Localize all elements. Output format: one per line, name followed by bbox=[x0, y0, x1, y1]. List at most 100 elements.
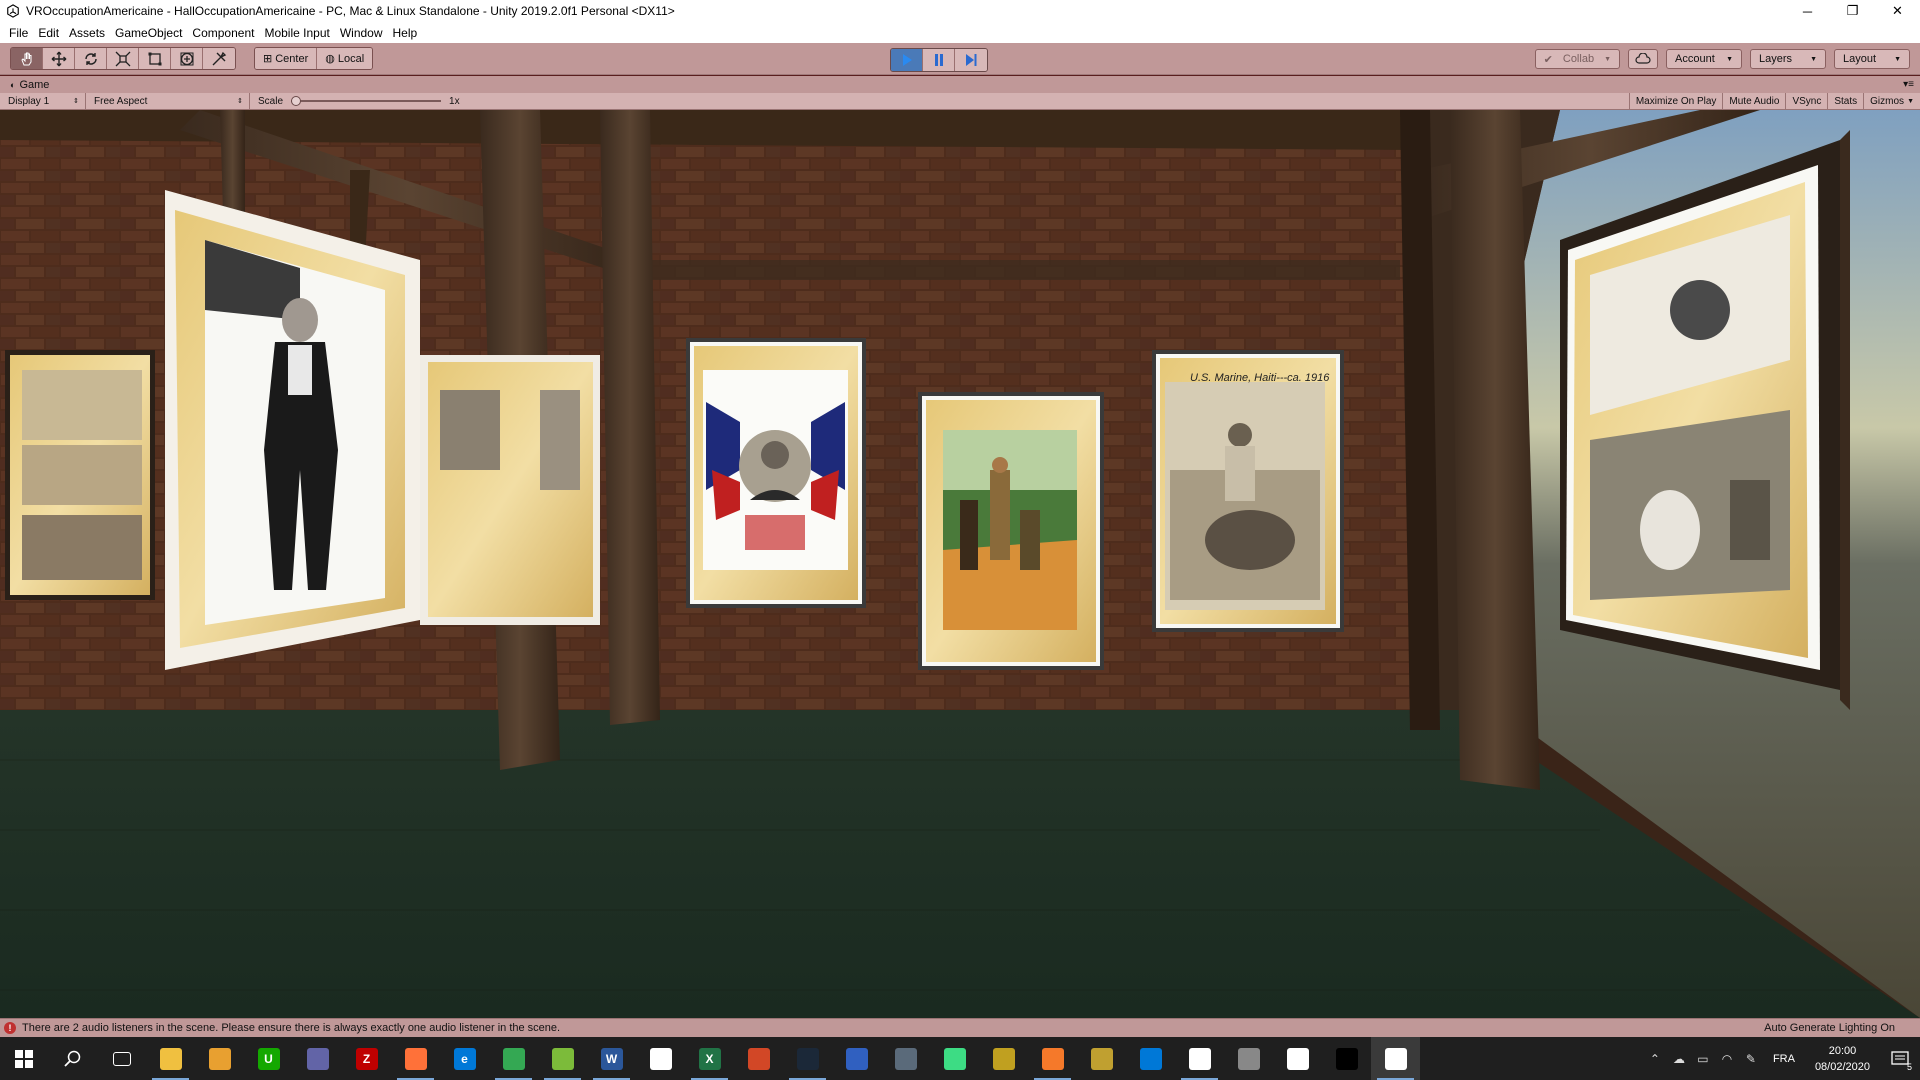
stats-toggle[interactable]: Stats bbox=[1827, 92, 1863, 110]
game-view-toggles: Maximize On Play Mute Audio VSync Stats … bbox=[1628, 92, 1920, 110]
taskbar-upwork[interactable]: U bbox=[244, 1037, 293, 1080]
taskbar-unity[interactable] bbox=[1371, 1037, 1420, 1080]
taskbar-firefox[interactable] bbox=[391, 1037, 440, 1080]
blank-doc-icon bbox=[649, 1047, 672, 1070]
taskbar-terminal[interactable] bbox=[1322, 1037, 1371, 1080]
pivot-local-button[interactable]: ◍ Local bbox=[317, 48, 373, 69]
unity-icon bbox=[1384, 1047, 1407, 1070]
menu-edit[interactable]: Edit bbox=[33, 26, 64, 40]
cloud-sync-icon[interactable]: ☁ bbox=[1667, 1037, 1691, 1080]
input-language[interactable]: FRA bbox=[1763, 1053, 1805, 1065]
display-dropdown[interactable]: Display 1 ⇕ bbox=[0, 92, 86, 110]
console-message[interactable]: There are 2 audio listeners in the scene… bbox=[22, 1022, 560, 1034]
taskbar-unity-hub[interactable] bbox=[1175, 1037, 1224, 1080]
taskbar-powerpoint[interactable] bbox=[734, 1037, 783, 1080]
minimize-button[interactable]: ─ bbox=[1785, 0, 1830, 22]
rect-icon bbox=[148, 52, 161, 65]
hand-tool-button[interactable] bbox=[11, 48, 43, 69]
collab-dropdown[interactable]: ✔ Collab ▼ bbox=[1534, 49, 1620, 69]
taskbar-filezilla[interactable]: Z bbox=[342, 1037, 391, 1080]
taskbar-app-bars[interactable] bbox=[1273, 1037, 1322, 1080]
notepad-plus-icon bbox=[551, 1047, 574, 1070]
restore-button[interactable]: ❐ bbox=[1830, 0, 1875, 22]
menu-file[interactable]: File bbox=[4, 26, 33, 40]
rect-tool-button[interactable] bbox=[139, 48, 171, 69]
menu-help[interactable]: Help bbox=[388, 26, 423, 40]
wifi-icon[interactable]: ◠ bbox=[1715, 1037, 1739, 1080]
scale-slider[interactable] bbox=[291, 96, 442, 106]
taskbar-android-studio[interactable] bbox=[930, 1037, 979, 1080]
move-tool-button[interactable] bbox=[43, 48, 75, 69]
custom-tool-button[interactable] bbox=[203, 48, 235, 69]
pause-icon bbox=[934, 54, 943, 66]
taskbar-task-view[interactable] bbox=[97, 1037, 146, 1080]
start-button[interactable] bbox=[0, 1037, 48, 1080]
taskbar-file-explorer[interactable] bbox=[146, 1037, 195, 1080]
clock[interactable]: 20:00 08/02/2020 bbox=[1805, 1043, 1880, 1075]
pivot-center-button[interactable]: ⊞ Center bbox=[255, 48, 318, 69]
auto-lighting-status[interactable]: Auto Generate Lighting On bbox=[1764, 1022, 1895, 1034]
chevron-down-icon: ▼ bbox=[1810, 55, 1817, 63]
game-viewport[interactable]: U.S. Marine, Haiti---ca. 1916 bbox=[0, 110, 1920, 1018]
cloud-button[interactable] bbox=[1628, 49, 1658, 69]
play-icon bbox=[902, 54, 912, 66]
edge-icon: e bbox=[453, 1047, 476, 1070]
transform-tool-button[interactable] bbox=[171, 48, 203, 69]
mute-audio-toggle[interactable]: Mute Audio bbox=[1722, 92, 1785, 110]
pen-icon[interactable]: ✎ bbox=[1739, 1037, 1763, 1080]
tab-game[interactable]: Game bbox=[19, 79, 49, 91]
taskbar-blender[interactable] bbox=[1028, 1037, 1077, 1080]
chevron-down-icon: ▼ bbox=[1894, 55, 1901, 63]
maximize-on-play-toggle[interactable]: Maximize On Play bbox=[1628, 92, 1723, 110]
search-icon bbox=[63, 1050, 80, 1067]
maps-icon bbox=[1139, 1047, 1162, 1070]
scale-label: Scale bbox=[258, 95, 284, 107]
account-dropdown[interactable]: Account ▼ bbox=[1666, 49, 1742, 69]
chevron-up-icon[interactable]: ⌃ bbox=[1643, 1037, 1667, 1080]
menu-window[interactable]: Window bbox=[335, 26, 388, 40]
menu-assets[interactable]: Assets bbox=[64, 26, 110, 40]
menu-mobile-input[interactable]: Mobile Input bbox=[259, 26, 334, 40]
taskbar-app-window[interactable] bbox=[881, 1037, 930, 1080]
pause-button[interactable] bbox=[923, 49, 955, 71]
taskbar-blank-doc[interactable] bbox=[636, 1037, 685, 1080]
display-label: Display 1 bbox=[8, 95, 50, 107]
taskbar-teams[interactable] bbox=[293, 1037, 342, 1080]
tab-menu-icon[interactable]: ▾≡ bbox=[1903, 79, 1914, 90]
step-button[interactable] bbox=[955, 49, 987, 71]
aspect-dropdown[interactable]: Free Aspect ⇕ bbox=[86, 92, 250, 110]
battery-icon[interactable]: ▭ bbox=[1691, 1037, 1715, 1080]
gizmos-dropdown[interactable]: Gizmos ▼ bbox=[1863, 92, 1920, 110]
layout-dropdown[interactable]: Layout ▼ bbox=[1834, 49, 1910, 69]
rotate-tool-button[interactable] bbox=[75, 48, 107, 69]
taskbar-notepad-plus[interactable] bbox=[538, 1037, 587, 1080]
git-kraken-icon bbox=[1090, 1047, 1113, 1070]
menu-gameobject[interactable]: GameObject bbox=[110, 26, 187, 40]
taskbar-maps[interactable] bbox=[1126, 1037, 1175, 1080]
chevron-down-icon: ▼ bbox=[1604, 55, 1611, 63]
taskbar-git-kraken[interactable] bbox=[1077, 1037, 1126, 1080]
aspect-label: Free Aspect bbox=[94, 95, 148, 107]
taskbar-app-blue[interactable] bbox=[832, 1037, 881, 1080]
scale-slider-thumb[interactable] bbox=[291, 96, 302, 106]
rotate-icon bbox=[84, 52, 97, 65]
taskbar-database[interactable] bbox=[1224, 1037, 1273, 1080]
taskbar-word[interactable]: W bbox=[587, 1037, 636, 1080]
filezilla-icon: Z bbox=[355, 1047, 378, 1070]
notifications-button[interactable]: 5 bbox=[1880, 1037, 1920, 1080]
taskbar-app-clapper[interactable] bbox=[979, 1037, 1028, 1080]
taskbar-app-orange[interactable] bbox=[195, 1037, 244, 1080]
menu-component[interactable]: Component bbox=[187, 26, 259, 40]
taskbar-chrome[interactable] bbox=[489, 1037, 538, 1080]
playback-controls bbox=[890, 48, 988, 72]
vsync-toggle[interactable]: VSync bbox=[1785, 92, 1827, 110]
close-button[interactable]: ✕ bbox=[1875, 0, 1920, 22]
taskbar-excel[interactable]: X bbox=[685, 1037, 734, 1080]
file-explorer-icon bbox=[159, 1047, 182, 1070]
taskbar-edge[interactable]: e bbox=[440, 1037, 489, 1080]
layers-dropdown[interactable]: Layers ▼ bbox=[1750, 49, 1826, 69]
taskbar-steam[interactable] bbox=[783, 1037, 832, 1080]
scale-tool-button[interactable] bbox=[107, 48, 139, 69]
search-button[interactable] bbox=[48, 1037, 97, 1080]
play-button[interactable] bbox=[891, 49, 923, 71]
